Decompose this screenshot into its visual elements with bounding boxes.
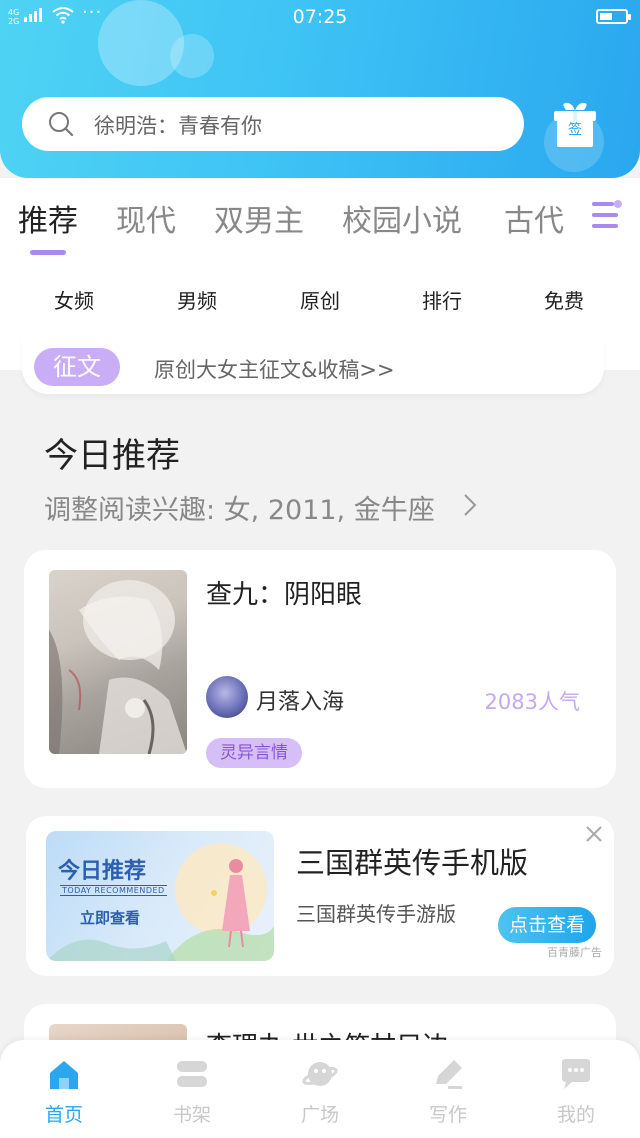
nav-bookshelf[interactable]: 书架 [142,1052,242,1132]
tab-recommend[interactable]: 推荐 [18,196,78,240]
close-icon[interactable] [584,824,604,844]
clock: 07:25 [292,6,348,28]
book-title: 查九：阴阳眼 [206,580,363,610]
author-name: 月落入海 [256,690,345,715]
ad-source-label: 百青藤广告 [547,946,602,959]
ad-image-title: 今日推荐 [58,859,147,884]
book-cover [49,570,187,754]
nav-write[interactable]: 写作 [398,1052,498,1132]
checkin-gift-button[interactable]: 签 [552,100,598,148]
pen-icon [436,1060,462,1089]
genre-tag[interactable]: 灵异言情 [206,738,302,768]
ad-image-subtitle: TODAY RECOMMENDED [60,885,167,896]
gift-label: 签 [568,122,582,138]
planet-icon [302,1062,338,1086]
category-original[interactable]: 原创 [270,285,370,314]
reading-interest-link[interactable]: 调整阅读兴趣: 女, 2011, 金牛座 [44,488,435,527]
bottom-navigation: 首页 书架 广场 写作 我的 [0,1040,640,1138]
category-female[interactable]: 女频 [24,285,124,314]
nav-plaza[interactable]: 广场 [270,1052,370,1132]
ad-card[interactable]: 今日推荐 TODAY RECOMMENDED 立即查看 三国群英传手机版 三国群… [26,816,614,976]
ad-view-button[interactable]: 点击查看 [498,907,596,943]
nav-label: 写作 [428,1104,467,1126]
search-icon [49,112,74,137]
nav-label: 首页 [44,1104,83,1126]
chat-icon [562,1059,590,1089]
notice-banner[interactable]: 征文 原创大女主征文&收稿>> [22,338,604,394]
nav-label: 我的 [556,1104,595,1126]
search-placeholder: 徐明浩：青春有你 [94,114,262,138]
book-card[interactable]: 查九：阴阳眼 月落入海 2083人气 灵异言情 [24,550,616,788]
ad-description: 三国群英传手游版 [296,902,456,926]
menu-icon[interactable] [588,200,622,230]
chevron-right-icon [464,494,477,516]
notice-text: 原创大女主征文&收稿>> [154,358,395,382]
status-bar: 4G 2G ··· 07:25 [0,0,640,36]
section-title: 今日推荐 [44,436,180,476]
ad-image: 今日推荐 TODAY RECOMMENDED 立即查看 [46,831,274,961]
notice-badge: 征文 [34,348,120,386]
nav-label: 书架 [172,1104,211,1126]
popularity-count: 2083人气 [484,690,580,714]
battery-icon [596,9,631,24]
active-tab-indicator [30,250,66,255]
nav-label: 广场 [300,1104,339,1126]
ad-title: 三国群英传手机版 [296,846,529,880]
category-male[interactable]: 男频 [147,285,247,314]
tab-campus[interactable]: 校园小说 [342,196,462,240]
tab-modern[interactable]: 现代 [116,196,176,240]
category-free[interactable]: 免费 [514,285,614,314]
home-icon [50,1061,78,1089]
tab-boys-love[interactable]: 双男主 [214,196,304,240]
tab-ancient[interactable]: 古代 [504,196,564,240]
decor-bubble [170,34,214,78]
bookshelf-icon [177,1061,207,1087]
nav-home[interactable]: 首页 [14,1052,114,1132]
category-tabs: 推荐 现代 双男主 校园小说 古代 [0,178,640,260]
search-bar[interactable]: 徐明浩：青春有你 [22,97,524,151]
category-ranking[interactable]: 排行 [392,285,492,314]
header: 4G 2G ··· 07:25 徐明浩：青春有你 签 [0,0,640,178]
avatar [206,676,248,718]
nav-me[interactable]: 我的 [526,1052,626,1132]
ad-image-button-text: 立即查看 [80,909,141,927]
